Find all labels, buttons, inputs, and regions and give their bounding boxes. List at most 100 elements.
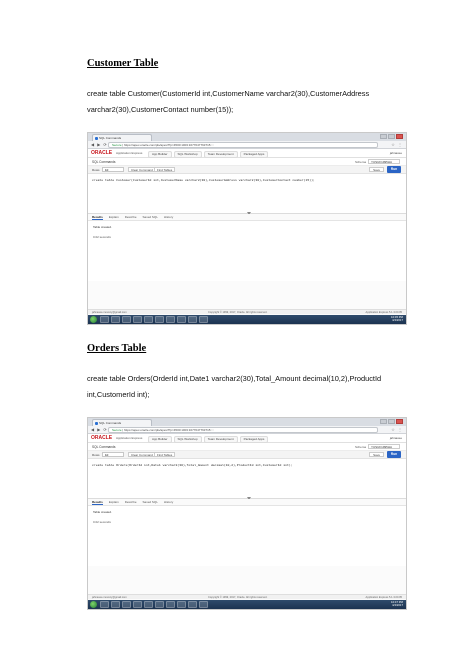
app-icon[interactable] [177,316,186,323]
sql-toolbar: Rows 10 Clear Command Find Tables Save R… [88,166,406,174]
windows-taskbar: 10:47 PM 4/4/2017 [88,600,406,609]
tab-results[interactable]: Results [92,214,103,220]
browser-tab[interactable]: SQL Commands [92,419,152,426]
maximize-icon[interactable] [388,419,395,424]
app-icon[interactable] [166,601,175,608]
close-icon[interactable] [396,134,403,139]
app-icon[interactable] [166,316,175,323]
schema-select[interactable]: YUSUF1995HA [368,444,400,449]
result-time: 0.02 seconds [93,235,111,239]
apex-header: ORACLE Application Express App Builder S… [88,149,406,158]
menu-team-development[interactable]: Team Development [203,151,238,158]
browser-tab[interactable]: SQL Commands [92,134,152,141]
url-text: https://apex.oracle.com/pls/apex/f?p=450… [123,428,214,432]
app-icon[interactable] [133,601,142,608]
menu-sql-workshop[interactable]: SQL Workshop [173,151,202,158]
run-button[interactable]: Run [387,451,401,458]
browser-menu-icon[interactable]: ☆ ⋮ [391,428,403,432]
rows-select[interactable]: 10 [102,452,124,457]
rows-select[interactable]: 10 [102,167,124,172]
clear-command-button[interactable]: Clear Command [128,452,156,457]
start-button-icon[interactable] [90,316,97,323]
schema-label: Schema [354,160,366,164]
close-icon[interactable] [396,419,403,424]
nav-buttons[interactable]: ◀ ▶ ⟳ [91,428,108,432]
code-line: int,CustomerId int); [87,390,150,399]
oracle-logo: ORACLE [91,150,113,156]
app-icon[interactable] [144,316,153,323]
save-button[interactable]: Save [369,452,384,457]
app-icon[interactable] [155,601,164,608]
sql-editor[interactable]: create table Orders(OrderId int,Date1 va… [88,459,406,500]
clear-command-button[interactable]: Clear Command [128,167,156,172]
secure-label: Secure [112,143,122,147]
sql-text: create table Orders(OrderId int,Date1 va… [92,463,293,467]
start-button-icon[interactable] [90,601,97,608]
maximize-icon[interactable] [388,134,395,139]
chrome-icon[interactable] [122,316,131,323]
user-menu[interactable]: jahnavee [390,436,402,441]
tab-describe[interactable]: Describe [125,499,137,505]
browser-tab-bar: SQL Commands [88,418,406,426]
result-message: Table created. [93,510,112,514]
nav-buttons[interactable]: ◀ ▶ ⟳ [91,143,108,147]
schema-select[interactable]: YUSUF1995HA [368,159,400,164]
page-title: SQL Commands [92,445,116,449]
taskbar-apps [100,601,208,608]
menu-packaged-apps[interactable]: Packaged Apps [239,151,269,158]
folder-icon[interactable] [100,601,109,608]
menu-packaged-apps[interactable]: Packaged Apps [239,436,269,443]
screenshot-orders: SQL Commands ◀ ▶ ⟳ Secure | https://apex… [87,417,407,610]
rows-label: Rows [92,453,100,457]
result-tabs: Results Explain Describe Saved SQL Histo… [88,214,406,221]
media-icon[interactable] [111,316,120,323]
find-tables-button[interactable]: Find Tables [154,167,176,172]
find-tables-button[interactable]: Find Tables [154,452,176,457]
sql-editor[interactable]: create table Customer(CustomerId int,Cus… [88,174,406,215]
tab-results[interactable]: Results [92,499,103,505]
secure-label: Secure [112,428,122,432]
screenshot-customer: SQL Commands ◀ ▶ ⟳ Secure | https://apex… [87,132,407,325]
save-button[interactable]: Save [369,167,384,172]
word-icon[interactable] [188,601,197,608]
tab-saved-sql[interactable]: Saved SQL [143,499,158,505]
folder-icon[interactable] [100,316,109,323]
word-icon[interactable] [188,316,197,323]
menu-app-builder[interactable]: App Builder [148,151,172,158]
app-icon[interactable] [177,601,186,608]
app-icon[interactable] [133,316,142,323]
tab-explain[interactable]: Explain [109,214,119,220]
tab-explain[interactable]: Explain [109,499,119,505]
window-controls [380,419,403,424]
menu-app-builder[interactable]: App Builder [148,436,172,443]
sql-statement-customer: create table Customer(CustomerId int,Cus… [87,86,407,118]
run-button[interactable]: Run [387,166,401,173]
menu-sql-workshop[interactable]: SQL Workshop [173,436,202,443]
app-icon[interactable] [199,316,208,323]
minimize-icon[interactable] [380,419,387,424]
code-line: create table Customer(CustomerId int,Cus… [87,89,370,98]
app-icon[interactable] [144,601,153,608]
tab-saved-sql[interactable]: Saved SQL [143,214,158,220]
tab-describe[interactable]: Describe [125,214,137,220]
apex-footer: jahnavee.mouncy@gmail.com Copyright © 19… [88,309,406,314]
page-title: SQL Commands [92,160,116,164]
url-field[interactable]: Secure | https://apex.oracle.com/pls/ape… [108,142,378,148]
url-field[interactable]: Secure | https://apex.oracle.com/pls/ape… [108,427,378,433]
media-icon[interactable] [111,601,120,608]
tab-history[interactable]: History [164,214,173,220]
tab-history[interactable]: History [164,499,173,505]
address-bar: ◀ ▶ ⟳ Secure | https://apex.oracle.com/p… [88,426,406,434]
section-heading-customer: Customer Table [87,58,159,69]
app-icon[interactable] [155,316,164,323]
menu-team-development[interactable]: Team Development [203,436,238,443]
chrome-icon[interactable] [122,601,131,608]
minimize-icon[interactable] [380,134,387,139]
code-line: create table Orders(OrderId int,Date1 va… [87,374,382,383]
app-icon[interactable] [199,601,208,608]
schema-label: Schema [354,445,366,449]
apex-footer: jahnavee.mouncy@gmail.com Copyright © 19… [88,594,406,599]
user-menu[interactable]: jahnavee [390,151,402,156]
browser-menu-icon[interactable]: ☆ ⋮ [391,143,403,147]
result-pane: Table created. 0.02 seconds [88,506,406,566]
